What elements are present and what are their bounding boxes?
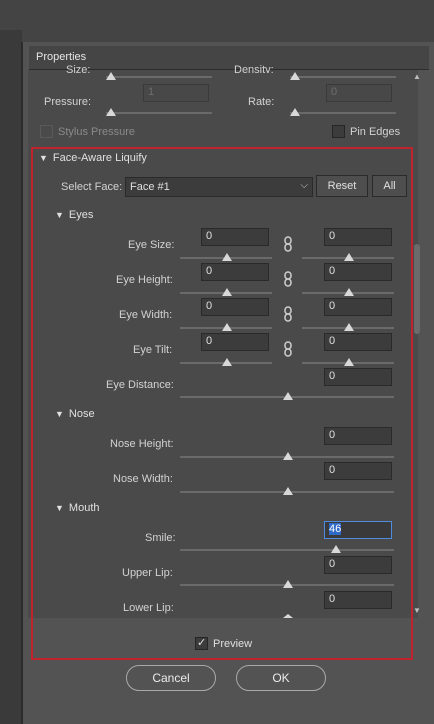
cancel-button[interactable]: Cancel bbox=[126, 665, 216, 691]
pin-edges-label: Pin Edges bbox=[350, 126, 401, 138]
density-slider-thumb[interactable] bbox=[290, 72, 300, 80]
highlight-box bbox=[31, 147, 413, 660]
preview-label: Preview bbox=[213, 638, 253, 650]
density-label: Density: bbox=[234, 64, 274, 73]
density-slider-track[interactable] bbox=[290, 76, 396, 78]
pressure-label: Pressure: bbox=[44, 96, 92, 108]
rate-field[interactable]: 0 bbox=[326, 84, 392, 102]
rate-label: Rate: bbox=[248, 96, 275, 108]
size-slider-thumb[interactable] bbox=[106, 72, 116, 80]
scrollbar-thumb[interactable] bbox=[414, 244, 420, 334]
pin-edges-checkbox[interactable] bbox=[332, 125, 345, 138]
stylus-pressure-label: Stylus Pressure bbox=[58, 126, 136, 138]
pressure-slider-track[interactable] bbox=[106, 112, 212, 114]
top-strip bbox=[0, 0, 434, 42]
size-label: Size: bbox=[66, 64, 91, 73]
size-slider-track[interactable] bbox=[106, 76, 212, 78]
scroll-up-icon[interactable]: ▲ bbox=[413, 72, 421, 81]
pressure-value: 1 bbox=[148, 86, 155, 98]
left-panel-strip bbox=[0, 0, 22, 724]
rate-slider-thumb[interactable] bbox=[290, 108, 300, 116]
preview-checkbox[interactable] bbox=[195, 636, 208, 650]
rate-slider-track[interactable] bbox=[290, 112, 396, 114]
pressure-field[interactable]: 1 bbox=[143, 84, 209, 102]
pressure-slider-thumb[interactable] bbox=[106, 108, 116, 116]
rate-value: 0 bbox=[331, 86, 338, 98]
scroll-down-icon[interactable]: ▼ bbox=[413, 606, 421, 615]
ok-button[interactable]: OK bbox=[236, 665, 326, 691]
stylus-pressure-checkbox[interactable] bbox=[40, 125, 53, 138]
properties-title: Properties bbox=[36, 51, 87, 63]
